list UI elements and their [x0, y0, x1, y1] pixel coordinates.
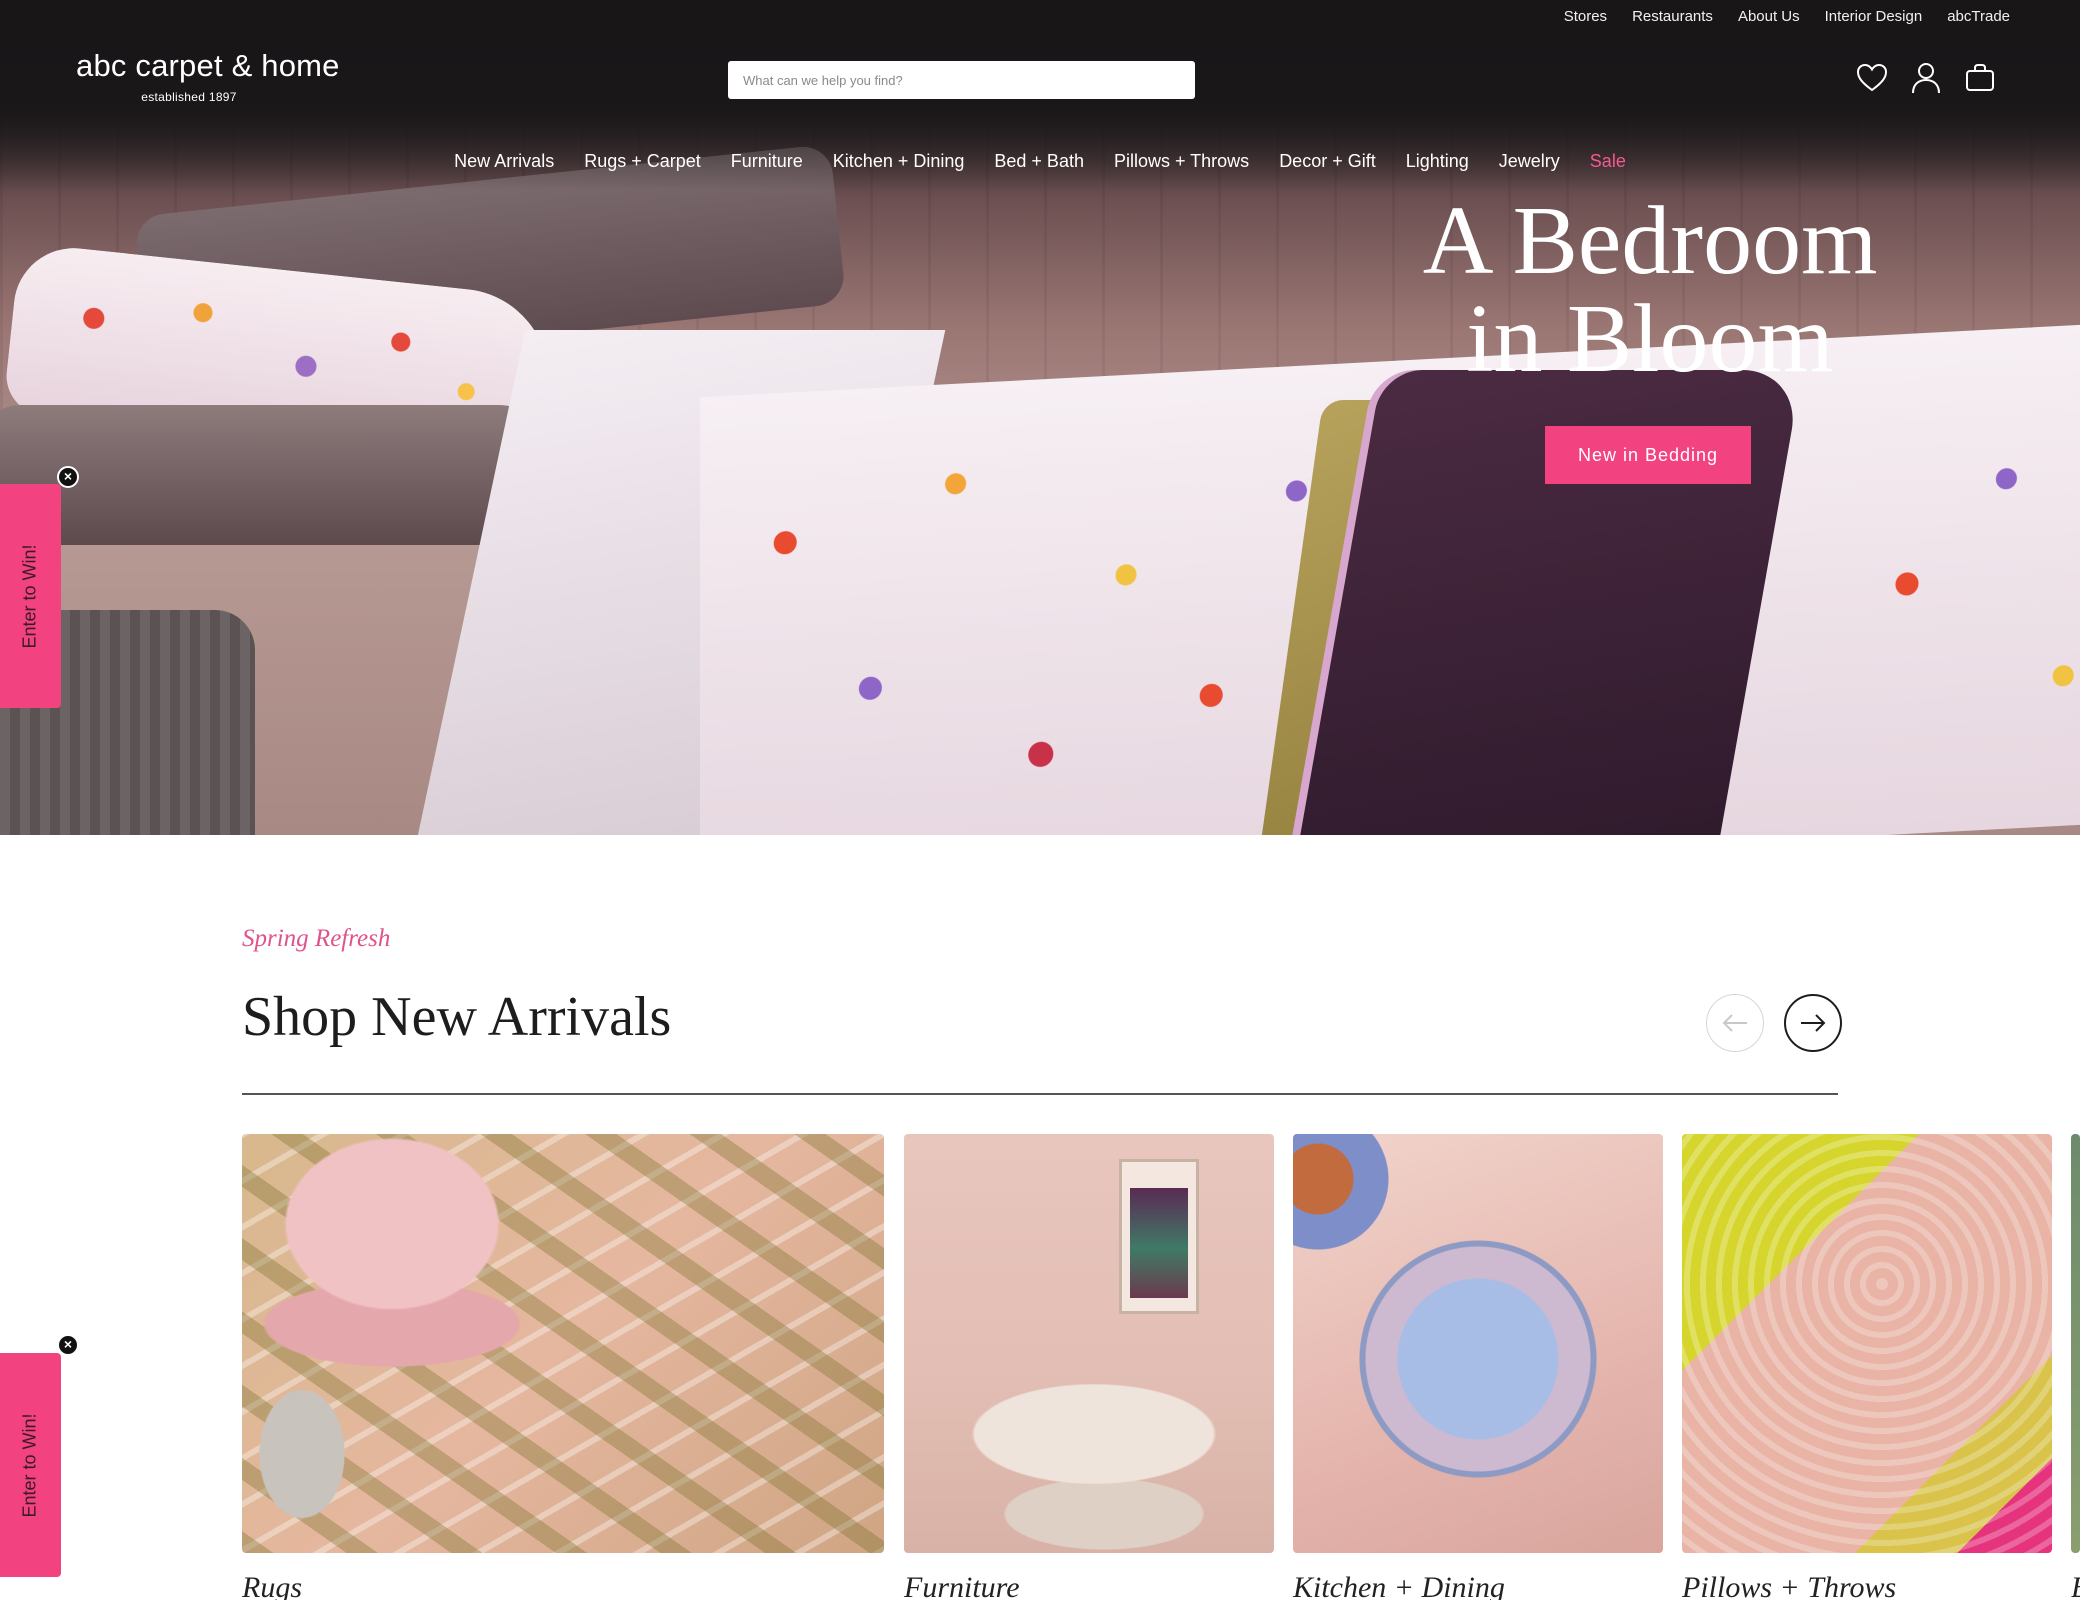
section-eyebrow: Spring Refresh: [242, 925, 391, 952]
bag-icon[interactable]: [1964, 62, 1996, 94]
framed-poster: [1119, 1159, 1199, 1314]
category-label[interactable]: B: [2071, 1571, 2080, 1600]
logo-tagline: established 1897: [141, 90, 237, 104]
carousel-next-button[interactable]: [1784, 994, 1842, 1052]
close-icon[interactable]: ×: [57, 1334, 79, 1356]
enter-to-win-label: Enter to Win!: [20, 543, 41, 649]
logo-wordmark: abc carpet & home: [76, 48, 340, 83]
category-image-pillows-throws[interactable]: [1682, 1134, 2052, 1553]
enter-to-win-tab[interactable]: Enter to Win!: [0, 484, 61, 708]
hero-title: A Bedroom in Bloom: [1330, 192, 1970, 388]
nav-bed-bath[interactable]: Bed + Bath: [994, 151, 1084, 172]
nav-kitchen-dining[interactable]: Kitchen + Dining: [833, 151, 965, 172]
category-label[interactable]: Furniture: [904, 1571, 1274, 1600]
category-card-pillows-throws[interactable]: Pillows + Throws: [1682, 1134, 2052, 1600]
category-card-rugs[interactable]: Rugs: [242, 1134, 884, 1600]
utility-nav: Stores Restaurants About Us Interior Des…: [1564, 8, 2010, 25]
nav-rugs-carpet[interactable]: Rugs + Carpet: [584, 151, 701, 172]
close-icon[interactable]: ×: [57, 466, 79, 488]
nav-pillows-throws[interactable]: Pillows + Throws: [1114, 151, 1249, 172]
category-label[interactable]: Kitchen + Dining: [1293, 1571, 1663, 1600]
nav-lighting[interactable]: Lighting: [1406, 151, 1469, 172]
utility-link-abctrade[interactable]: abcTrade: [1947, 8, 2010, 25]
header-icons: [1856, 62, 1996, 94]
category-label[interactable]: Rugs: [242, 1571, 884, 1600]
nav-jewelry[interactable]: Jewelry: [1499, 151, 1560, 172]
hero-title-line2: in Bloom: [1466, 285, 1834, 393]
category-image-kitchen-dining[interactable]: [1293, 1134, 1663, 1553]
category-image-rugs[interactable]: [242, 1134, 884, 1553]
heart-icon[interactable]: [1856, 62, 1888, 94]
category-label[interactable]: Pillows + Throws: [1682, 1571, 2052, 1600]
site-logo[interactable]: abc carpet & home established 1897: [76, 48, 340, 104]
new-in-bedding-button[interactable]: New in Bedding: [1545, 426, 1751, 484]
category-card-furniture[interactable]: Furniture: [904, 1134, 1274, 1600]
arrow-left-icon: [1722, 1014, 1747, 1032]
nav-sale[interactable]: Sale: [1590, 151, 1626, 172]
utility-link-about-us[interactable]: About Us: [1738, 8, 1800, 25]
category-image-furniture[interactable]: [904, 1134, 1274, 1553]
nav-furniture[interactable]: Furniture: [731, 151, 803, 172]
carousel-prev-button[interactable]: [1706, 994, 1764, 1052]
utility-link-restaurants[interactable]: Restaurants: [1632, 8, 1713, 25]
utility-link-stores[interactable]: Stores: [1564, 8, 1607, 25]
category-image-partial[interactable]: [2071, 1134, 2080, 1553]
utility-link-interior-design[interactable]: Interior Design: [1825, 8, 1923, 25]
hero-title-line1: A Bedroom: [1422, 187, 1878, 295]
account-icon[interactable]: [1910, 62, 1942, 94]
section-divider: [242, 1093, 1838, 1095]
category-card-partial[interactable]: B: [2071, 1134, 2080, 1600]
section-title: Shop New Arrivals: [242, 986, 672, 1048]
hero-dark-pillow: [0, 405, 540, 545]
enter-to-win-tab-bottom[interactable]: Enter to Win!: [0, 1353, 61, 1577]
nav-decor-gift[interactable]: Decor + Gift: [1279, 151, 1376, 172]
category-card-kitchen-dining[interactable]: Kitchen + Dining: [1293, 1134, 1663, 1600]
enter-to-win-label-bottom: Enter to Win!: [20, 1412, 41, 1518]
arrow-right-icon: [1801, 1014, 1826, 1032]
hero-banner[interactable]: [0, 0, 2080, 835]
main-nav: New Arrivals Rugs + Carpet Furniture Kit…: [0, 151, 2080, 172]
nav-new-arrivals[interactable]: New Arrivals: [454, 151, 554, 172]
search-input[interactable]: [728, 61, 1195, 99]
